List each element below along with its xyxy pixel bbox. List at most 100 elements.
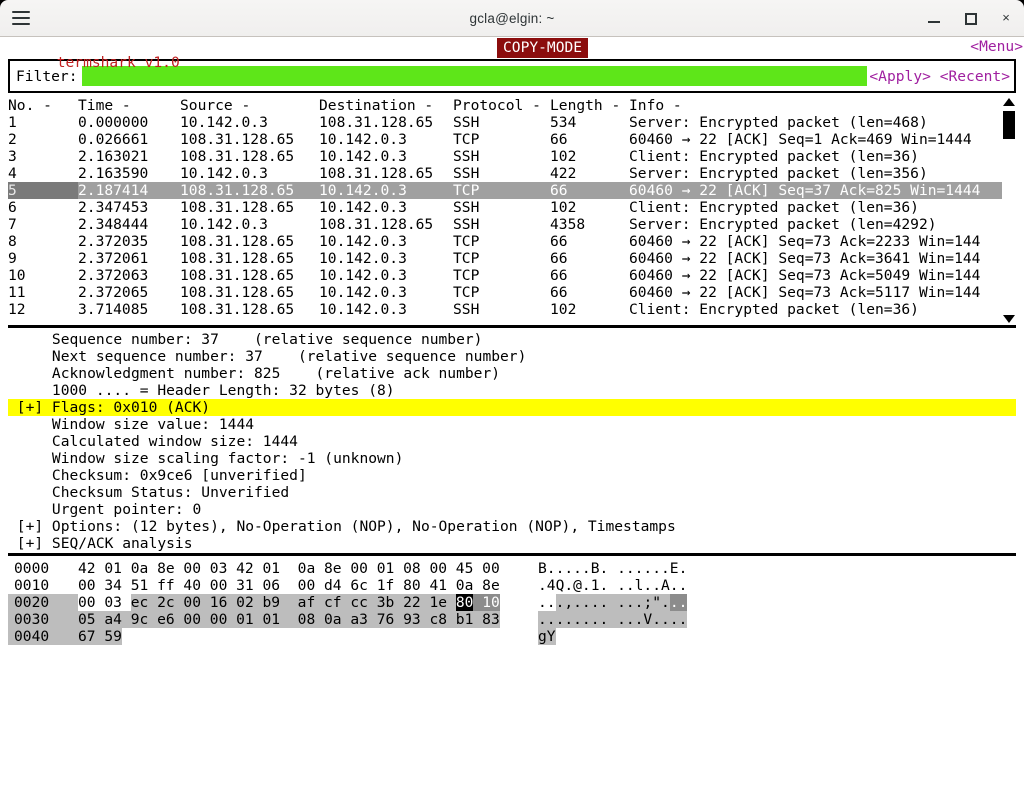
packet-time: 2.348444	[78, 216, 149, 233]
packet-time: 2.372035	[78, 233, 149, 250]
packet-time: 2.347453	[78, 199, 149, 216]
detail-expandable-line[interactable]: [+] Options: (12 bytes), No-Operation (N…	[8, 518, 1016, 535]
hex-ascii[interactable]: ...,.... ...;"...	[538, 594, 688, 611]
hex-byte-group: 42 01 0a 8e 00 03 42 01 0a 8e 00 01 08 0…	[78, 560, 500, 577]
window-titlebar: gcla@elgin: ~ ×	[0, 0, 1024, 37]
packet-protocol: TCP	[453, 284, 480, 301]
hex-ascii-group: .,.... ...;".	[555, 594, 670, 611]
packet-time: 2.163021	[78, 148, 149, 165]
detail-line: Checksum Status: Unverified	[8, 484, 290, 501]
packet-protocol: TCP	[453, 233, 480, 250]
packet-no: 7	[8, 216, 17, 233]
packet-no: 11	[8, 284, 26, 301]
column-header[interactable]: Time -	[78, 97, 180, 114]
packet-detail-pane[interactable]: Sequence number: 37 (relative sequence n…	[8, 328, 1016, 556]
hex-bytes[interactable]: 42 01 0a 8e 00 03 42 01 0a 8e 00 01 08 0…	[78, 560, 500, 577]
hex-ascii-group: ..	[669, 594, 688, 611]
packet-row[interactable]: 1 0.000000 10.142.0.3 108.31.128.65 SSH 534 Se…	[8, 114, 1016, 131]
packet-no: 5	[8, 182, 78, 199]
packet-row[interactable]: 4 2.163590 10.142.0.3 108.31.128.65 SSH 422 Se…	[8, 165, 1016, 182]
app-status-bar: termshark v1.0 COPY-MODE <Menu>	[0, 37, 1024, 71]
hex-row[interactable]: 0000 42 01 0a 8e 00 03 42 01 0a 8e 00 01 …	[8, 560, 1016, 577]
hamburger-menu-icon[interactable]	[12, 11, 30, 25]
packet-row[interactable]: 11 2.372065 108.31.128.65 10.142.0.3 TCP 66 60…	[8, 284, 1016, 301]
packet-info: Client: Encrypted packet (len=36)	[629, 301, 919, 318]
packet-row[interactable]: 2 0.026661 108.31.128.65 10.142.0.3 TCP 66 604…	[8, 131, 1016, 148]
hex-ascii[interactable]: .4Q.@.1. ..l..A..	[538, 577, 687, 594]
column-header-no[interactable]: No. -	[8, 97, 78, 114]
packet-row[interactable]: 7 2.348444 10.142.0.3 108.31.128.65 SSH 4358 S…	[8, 216, 1016, 233]
packet-info: 60460 → 22 [ACK] Seq=73 Ack=3641 Win=144	[629, 250, 981, 267]
packet-row[interactable]: 12 3.714085 108.31.128.65 10.142.0.3 SSH 102 C…	[8, 301, 1016, 318]
scroll-down-arrow-icon[interactable]	[1003, 315, 1015, 323]
packet-destination: 10.142.0.3	[319, 148, 407, 165]
hex-row[interactable]: 0010 00 34 51 ff 40 00 31 06 00 d4 6c 1f …	[8, 577, 1016, 594]
packet-time: 2.163590	[78, 165, 149, 182]
column-header[interactable]: Destination -	[319, 97, 453, 114]
maximize-button[interactable]	[962, 10, 978, 26]
apply-filter-button[interactable]: <Apply>	[869, 68, 931, 85]
packet-row[interactable]: 10 2.372063 108.31.128.65 10.142.0.3 TCP 66 60…	[8, 267, 1016, 284]
packet-row[interactable]: 5 2.187414 108.31.128.65 10.142.0.3 TCP 66 604…	[8, 182, 1016, 199]
detail-line: Urgent pointer: 0	[8, 501, 202, 518]
hex-ascii[interactable]: B.....B. ......E.	[538, 560, 687, 577]
scrollbar-thumb[interactable]	[1003, 111, 1015, 139]
menu-link[interactable]: <Menu>	[970, 38, 1023, 55]
filter-input[interactable]	[81, 66, 868, 86]
packet-list[interactable]: No. - Time - Source - Destination - Protocol…	[8, 97, 1016, 325]
hex-row[interactable]: 0040 67 59 gY	[8, 628, 1016, 645]
hex-byte-group: 00 03	[78, 594, 131, 611]
hex-bytes[interactable]: 67 59	[78, 628, 122, 645]
packet-source: 108.31.128.65	[180, 301, 295, 318]
column-header[interactable]: Info -	[629, 97, 682, 114]
packet-destination: 10.142.0.3	[319, 131, 407, 148]
packet-length: 66	[550, 284, 568, 301]
packet-row[interactable]: 3 2.163021 108.31.128.65 10.142.0.3 SSH 102 Cl…	[8, 148, 1016, 165]
packet-no: 12	[8, 301, 26, 318]
packet-list-scrollbar[interactable]	[1002, 97, 1016, 325]
packet-protocol: SSH	[453, 148, 480, 165]
packet-no: 6	[8, 199, 17, 216]
hex-bytes[interactable]: 00 34 51 ff 40 00 31 06 00 d4 6c 1f 80 4…	[78, 577, 500, 594]
packet-time: 0.026661	[78, 131, 149, 148]
hex-ascii-group: ..	[538, 594, 556, 611]
packet-row[interactable]: 8 2.372035 108.31.128.65 10.142.0.3 TCP 66 604…	[8, 233, 1016, 250]
hex-byte-group: ec 2c 00 16 02 b9 af cf cc 3b 22 1e	[130, 594, 456, 611]
minimize-button[interactable]	[926, 10, 942, 26]
hex-bytes[interactable]: 00 03 ec 2c 00 16 02 b9 af cf cc 3b 22 1…	[78, 594, 500, 611]
column-header[interactable]: Protocol -	[453, 97, 550, 114]
packet-bytes-pane[interactable]: 0000 42 01 0a 8e 00 03 42 01 0a 8e 00 01 …	[8, 556, 1016, 645]
packet-row[interactable]: 9 2.372061 108.31.128.65 10.142.0.3 TCP 66 604…	[8, 250, 1016, 267]
hex-row[interactable]: 0020 00 03 ec 2c 00 16 02 b9 af cf cc 3b …	[8, 594, 1016, 611]
packet-length: 66	[550, 250, 568, 267]
column-header[interactable]: Source -	[180, 97, 319, 114]
packet-source: 108.31.128.65	[180, 233, 295, 250]
packet-length: 4358	[550, 216, 586, 233]
hex-ascii[interactable]: gY	[538, 628, 556, 645]
recent-filters-button[interactable]: <Recent>	[940, 68, 1010, 85]
packet-protocol: TCP	[453, 131, 480, 148]
hex-row[interactable]: 0030 05 a4 9c e6 00 00 01 01 08 0a a3 76 …	[8, 611, 1016, 628]
hex-ascii[interactable]: ........ ...V....	[538, 611, 688, 628]
packet-no: 4	[8, 165, 17, 182]
packet-list-header: No. - Time - Source - Destination - Protocol…	[8, 97, 1016, 114]
close-button[interactable]: ×	[998, 10, 1014, 26]
packet-protocol: SSH	[453, 216, 480, 233]
packet-destination: 10.142.0.3	[319, 233, 407, 250]
packet-source: 108.31.128.65	[180, 199, 295, 216]
scroll-up-arrow-icon[interactable]	[1003, 98, 1015, 106]
hex-byte-group: 05 a4 9c e6 00 00 01 01 08 0a a3 76 93 c…	[78, 611, 500, 628]
packet-source: 108.31.128.65	[180, 131, 295, 148]
detail-line: Next sequence number: 37 (relative seque…	[8, 348, 527, 365]
detail-expandable-line[interactable]: [+] Flags: 0x010 (ACK)	[8, 399, 1016, 416]
detail-line: Window size value: 1444	[8, 416, 255, 433]
packet-row[interactable]: 6 2.347453 108.31.128.65 10.142.0.3 SSH 102 Cl…	[8, 199, 1016, 216]
app-name: termshark v1.0	[56, 54, 180, 71]
packet-protocol: TCP	[453, 182, 480, 199]
packet-length: 102	[550, 199, 577, 216]
packet-source: 108.31.128.65	[180, 284, 295, 301]
detail-expandable-line[interactable]: [+] SEQ/ACK analysis	[8, 535, 1016, 552]
hex-bytes[interactable]: 05 a4 9c e6 00 00 01 01 08 0a a3 76 93 c…	[78, 611, 500, 628]
column-header[interactable]: Length -	[550, 97, 629, 114]
hex-offset: 0040	[8, 628, 78, 645]
